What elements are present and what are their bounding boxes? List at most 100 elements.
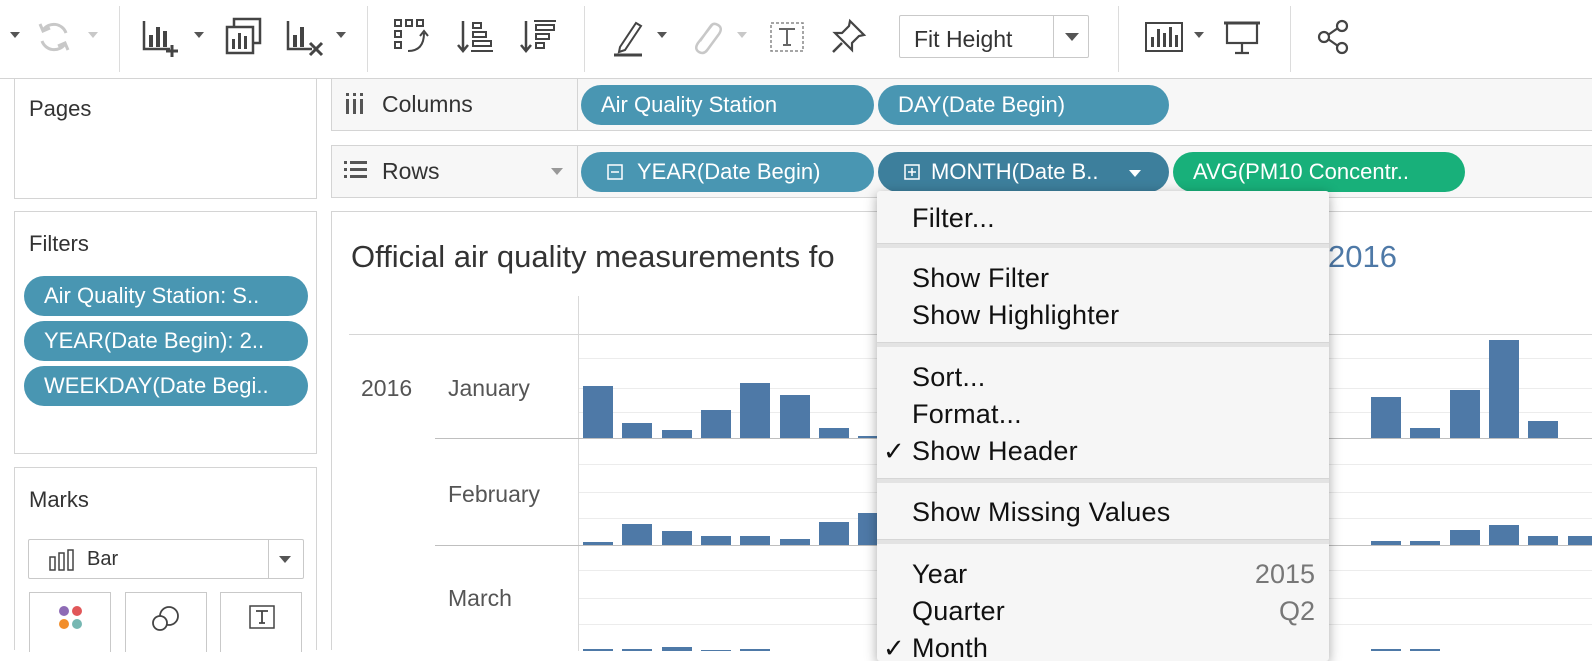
checkmark-icon: ✓ bbox=[883, 436, 905, 466]
new-worksheet-caret-icon[interactable] bbox=[194, 32, 204, 38]
rows-pill-month-label: MONTH(Date B.. bbox=[931, 159, 1099, 184]
bar-february-right-3[interactable] bbox=[1489, 525, 1519, 545]
refresh-dropdown-caret-icon[interactable] bbox=[88, 32, 98, 38]
menu-item-show-highlighter[interactable]: Show Highlighter bbox=[912, 300, 1119, 331]
month-header-february: February bbox=[448, 481, 541, 507]
bar-february-left-3[interactable] bbox=[701, 536, 731, 545]
bar-january-left-3[interactable] bbox=[701, 410, 731, 438]
menu-separator bbox=[877, 539, 1329, 544]
rows-label: Rows bbox=[382, 158, 440, 184]
bar-february-right-0[interactable] bbox=[1371, 541, 1401, 545]
color-card[interactable] bbox=[29, 592, 111, 652]
view-title: Official air quality measurements fo bbox=[351, 239, 835, 275]
bar-january-left-5[interactable] bbox=[780, 395, 810, 438]
columns-pill-air-quality-station[interactable]: Air Quality Station bbox=[581, 85, 874, 125]
bar-march-left-3[interactable] bbox=[701, 650, 731, 651]
filters-title: Filters bbox=[29, 231, 89, 256]
filter-pill-air-quality-station[interactable]: Air Quality Station: S.. bbox=[24, 276, 308, 316]
menu-separator bbox=[877, 243, 1329, 248]
menu-item-quarter[interactable]: Quarter bbox=[912, 596, 1005, 627]
bar-january-right-3[interactable] bbox=[1489, 340, 1519, 438]
bar-march-right-1[interactable] bbox=[1410, 649, 1440, 651]
bar-january-left-2[interactable] bbox=[662, 430, 692, 438]
bar-january-right-0[interactable] bbox=[1371, 397, 1401, 438]
toolbar-separator bbox=[119, 6, 120, 72]
collapse-minus-icon[interactable] bbox=[607, 164, 623, 180]
bar-chart-icon bbox=[49, 549, 74, 571]
presentation-mode-icon[interactable] bbox=[1220, 14, 1264, 60]
undo-dropdown-caret-icon[interactable] bbox=[10, 32, 20, 38]
columns-shelf-divider bbox=[577, 79, 578, 130]
bar-march-left-2[interactable] bbox=[662, 647, 692, 651]
bar-january-left-0[interactable] bbox=[583, 386, 613, 438]
bar-january-right-4[interactable] bbox=[1528, 421, 1558, 438]
filter-pill-year[interactable]: YEAR(Date Begin): 2.. bbox=[24, 321, 308, 361]
filter-pill-weekday[interactable]: WEEKDAY(Date Begi.. bbox=[24, 366, 308, 406]
bar-march-left-4[interactable] bbox=[740, 649, 770, 651]
label-card[interactable] bbox=[220, 592, 302, 652]
paperclip-icon[interactable] bbox=[684, 14, 728, 60]
chevron-down-icon[interactable] bbox=[279, 556, 291, 563]
bar-january-left-4[interactable] bbox=[740, 383, 770, 438]
bar-february-left-4[interactable] bbox=[740, 536, 770, 545]
menu-item-month[interactable]: Month bbox=[912, 633, 988, 661]
menu-item-show-filter[interactable]: Show Filter bbox=[912, 263, 1049, 294]
menu-item-show-missing-values[interactable]: Show Missing Values bbox=[912, 497, 1170, 528]
menu-item-filter[interactable]: Filter... bbox=[912, 203, 995, 234]
toolbar-separator bbox=[584, 6, 585, 72]
bar-march-right-0[interactable] bbox=[1371, 649, 1401, 651]
show-me-icon[interactable] bbox=[1142, 14, 1186, 60]
rows-pill-month-date-begin[interactable]: MONTH(Date B.. bbox=[878, 152, 1169, 192]
bar-february-left-6[interactable] bbox=[819, 522, 849, 545]
rows-pill-year-date-begin[interactable]: YEAR(Date Begin) bbox=[581, 152, 874, 192]
share-icon[interactable] bbox=[1312, 14, 1356, 60]
chevron-down-icon[interactable] bbox=[1065, 33, 1079, 41]
clear-sheet-icon[interactable] bbox=[282, 14, 326, 60]
duplicate-sheet-icon[interactable] bbox=[222, 14, 266, 60]
bar-january-left-6[interactable] bbox=[819, 428, 849, 438]
bar-february-left-5[interactable] bbox=[780, 539, 810, 545]
bar-february-right-2[interactable] bbox=[1450, 530, 1480, 545]
sort-descending-icon[interactable] bbox=[516, 14, 560, 60]
text-box-icon[interactable] bbox=[765, 14, 809, 60]
sort-ascending-icon[interactable] bbox=[453, 14, 497, 60]
clear-sheet-caret-icon[interactable] bbox=[336, 32, 346, 38]
swap-rows-columns-icon[interactable] bbox=[390, 14, 434, 60]
new-worksheet-icon[interactable] bbox=[138, 14, 182, 60]
bar-february-left-0[interactable] bbox=[583, 542, 613, 545]
menu-item-format[interactable]: Format... bbox=[912, 399, 1022, 430]
paperclip-caret-icon[interactable] bbox=[737, 32, 747, 38]
bar-march-left-1[interactable] bbox=[622, 649, 652, 651]
bar-march-left-0[interactable] bbox=[583, 649, 613, 651]
rows-icon bbox=[344, 161, 367, 178]
marks-pane: Marks Bar bbox=[14, 467, 317, 652]
bar-january-right-1[interactable] bbox=[1410, 428, 1440, 438]
chevron-down-icon[interactable] bbox=[1129, 170, 1141, 177]
rows-dropdown-caret-icon[interactable] bbox=[551, 168, 563, 175]
size-card[interactable] bbox=[125, 592, 207, 652]
highlight-pen-icon[interactable] bbox=[606, 14, 650, 60]
show-me-caret-icon[interactable] bbox=[1194, 32, 1204, 38]
columns-shelf[interactable]: Columns Air Quality Station DAY(Date Beg… bbox=[331, 78, 1592, 131]
bar-january-left-1[interactable] bbox=[622, 423, 652, 438]
fit-select[interactable]: Fit Height bbox=[899, 15, 1089, 58]
bar-february-right-1[interactable] bbox=[1410, 541, 1440, 545]
columns-pill-day-date-begin[interactable]: DAY(Date Begin) bbox=[878, 85, 1169, 125]
bar-february-right-4[interactable] bbox=[1528, 536, 1558, 545]
marks-title: Marks bbox=[29, 487, 89, 512]
bar-february-right-5[interactable] bbox=[1568, 536, 1592, 545]
pin-icon[interactable] bbox=[826, 14, 870, 60]
checkmark-icon: ✓ bbox=[883, 633, 905, 661]
menu-item-sort[interactable]: Sort... bbox=[912, 362, 985, 393]
highlight-caret-icon[interactable] bbox=[657, 32, 667, 38]
menu-separator bbox=[877, 342, 1329, 347]
mark-type-select[interactable]: Bar bbox=[28, 539, 304, 579]
menu-item-show-header[interactable]: Show Header bbox=[912, 436, 1078, 467]
bar-february-left-2[interactable] bbox=[662, 531, 692, 545]
expand-plus-icon[interactable] bbox=[904, 164, 920, 180]
refresh-icon[interactable] bbox=[32, 14, 76, 60]
bar-february-left-1[interactable] bbox=[622, 524, 652, 545]
menu-item-year[interactable]: Year bbox=[912, 559, 967, 590]
rows-pill-avg-pm10[interactable]: AVG(PM10 Concentr.. bbox=[1173, 152, 1465, 192]
bar-january-right-2[interactable] bbox=[1450, 390, 1480, 438]
